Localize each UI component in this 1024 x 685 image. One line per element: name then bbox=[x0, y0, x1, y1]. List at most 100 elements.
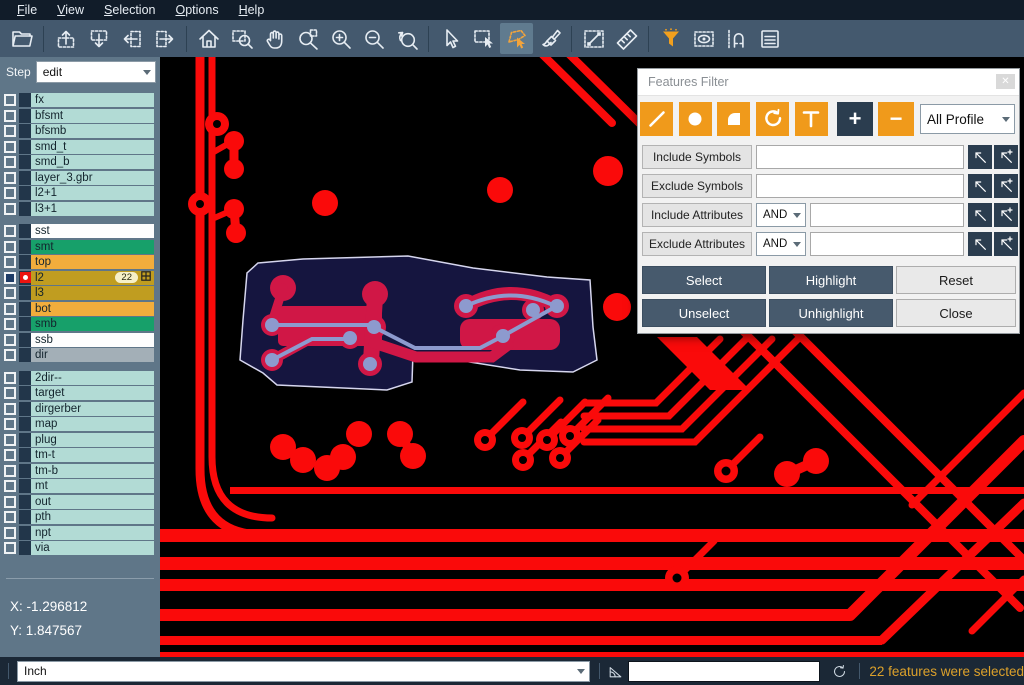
layer-row-dirgerber[interactable]: dirgerber bbox=[2, 402, 160, 416]
layer-name-cell[interactable]: top bbox=[31, 255, 154, 269]
clean-brush-icon[interactable] bbox=[533, 23, 566, 54]
include-attributes-input[interactable] bbox=[810, 203, 964, 227]
layer-name-cell[interactable]: plug bbox=[31, 433, 154, 447]
layer-row-l3[interactable]: l3 bbox=[2, 286, 160, 300]
layer-row-via[interactable]: via bbox=[2, 541, 160, 555]
view-options-icon[interactable] bbox=[687, 23, 720, 54]
include-symbols-button[interactable]: Include Symbols bbox=[642, 145, 752, 169]
profile-select[interactable]: All Profile bbox=[920, 104, 1015, 134]
layer-name-cell[interactable]: 2dir-- bbox=[31, 371, 154, 385]
layer-row-bfsmt[interactable]: bfsmt bbox=[2, 109, 160, 123]
pick-add-from-canvas-icon[interactable] bbox=[994, 174, 1018, 198]
select-arrow-icon[interactable] bbox=[434, 23, 467, 54]
layer-name-cell[interactable]: fx bbox=[31, 93, 154, 107]
snap-angle-icon[interactable] bbox=[602, 663, 628, 680]
layer-row-tm-b[interactable]: tm-b bbox=[2, 464, 160, 478]
layer-row-layer_3.gbr[interactable]: layer_3.gbr bbox=[2, 171, 160, 185]
pan-left-icon[interactable] bbox=[115, 23, 148, 54]
unhighlight-button[interactable]: Unhighlight bbox=[769, 299, 893, 327]
exclude-attributes-input[interactable] bbox=[810, 232, 964, 256]
layer-name-cell[interactable]: layer_3.gbr bbox=[31, 171, 154, 185]
step-select[interactable]: edit bbox=[36, 61, 156, 83]
layer-visibility-checkbox[interactable] bbox=[4, 418, 16, 430]
layer-row-2dir--[interactable]: 2dir-- bbox=[2, 371, 160, 385]
layer-name-cell[interactable]: sst bbox=[31, 224, 154, 238]
layer-visibility-checkbox[interactable] bbox=[4, 542, 16, 554]
layer-visibility-checkbox[interactable] bbox=[4, 94, 16, 106]
zoom-in-icon[interactable] bbox=[324, 23, 357, 54]
pan-hand-icon[interactable] bbox=[258, 23, 291, 54]
close-button[interactable]: Close bbox=[896, 299, 1016, 327]
exclude-symbols-button[interactable]: Exclude Symbols bbox=[642, 174, 752, 198]
exclude-attributes-operator-select[interactable]: AND bbox=[756, 232, 806, 256]
layer-row-ssb[interactable]: ssb bbox=[2, 333, 160, 347]
close-icon[interactable]: ✕ bbox=[996, 74, 1015, 89]
layer-row-bfsmb[interactable]: bfsmb bbox=[2, 124, 160, 138]
layer-row-smd_b[interactable]: smd_b bbox=[2, 155, 160, 169]
layer-visibility-checkbox[interactable] bbox=[4, 465, 16, 477]
select-button[interactable]: Select bbox=[642, 266, 766, 294]
highlight-button[interactable]: Highlight bbox=[769, 266, 893, 294]
layer-row-smb[interactable]: smb bbox=[2, 317, 160, 331]
layer-name-cell[interactable]: tm-b bbox=[31, 464, 154, 478]
layer-visibility-checkbox[interactable] bbox=[4, 449, 16, 461]
layer-visibility-checkbox[interactable] bbox=[4, 434, 16, 446]
exclude-attributes-button[interactable]: Exclude Attributes bbox=[642, 232, 752, 256]
layer-row-mt[interactable]: mt bbox=[2, 479, 160, 493]
add-filter-button[interactable]: + bbox=[837, 102, 873, 136]
layer-visibility-checkbox[interactable] bbox=[4, 334, 16, 346]
menu-selection[interactable]: Selection bbox=[95, 1, 164, 19]
pick-from-canvas-icon[interactable] bbox=[968, 145, 992, 169]
include-symbols-input[interactable] bbox=[756, 145, 964, 169]
refresh-icon[interactable] bbox=[826, 663, 852, 680]
layer-visibility-checkbox[interactable] bbox=[4, 349, 16, 361]
layer-row-l2[interactable]: l222 bbox=[2, 271, 160, 285]
layer-name-cell[interactable]: smd_b bbox=[31, 155, 154, 169]
layer-row-sst[interactable]: sst bbox=[2, 224, 160, 238]
ruler-icon[interactable] bbox=[610, 23, 643, 54]
layer-name-cell[interactable]: ssb bbox=[31, 333, 154, 347]
layer-visibility-checkbox[interactable] bbox=[4, 156, 16, 168]
feature-type-arc-icon[interactable] bbox=[756, 102, 789, 136]
layer-visibility-checkbox[interactable] bbox=[4, 225, 16, 237]
layer-name-cell[interactable]: npt bbox=[31, 526, 154, 540]
layer-name-cell[interactable]: dirgerber bbox=[31, 402, 154, 416]
layer-visibility-checkbox[interactable] bbox=[4, 125, 16, 137]
feature-type-surface-icon[interactable] bbox=[717, 102, 750, 136]
layer-row-smd_t[interactable]: smd_t bbox=[2, 140, 160, 154]
layer-name-cell[interactable]: map bbox=[31, 417, 154, 431]
pick-add-from-canvas-icon[interactable] bbox=[994, 203, 1018, 227]
zoom-previous-icon[interactable] bbox=[390, 23, 423, 54]
layer-name-cell[interactable]: tm-t bbox=[31, 448, 154, 462]
layer-name-cell[interactable]: l222 bbox=[31, 271, 154, 285]
layer-row-fx[interactable]: fx bbox=[2, 93, 160, 107]
layer-visibility-checkbox[interactable] bbox=[4, 372, 16, 384]
layer-visibility-checkbox[interactable] bbox=[4, 203, 16, 215]
menu-help[interactable]: Help bbox=[230, 1, 274, 19]
home-icon[interactable] bbox=[192, 23, 225, 54]
pan-up-icon[interactable] bbox=[49, 23, 82, 54]
layer-name-cell[interactable]: mt bbox=[31, 479, 154, 493]
layer-name-cell[interactable]: smt bbox=[31, 240, 154, 254]
layer-visibility-checkbox[interactable] bbox=[4, 287, 16, 299]
menu-view[interactable]: View bbox=[48, 1, 93, 19]
feature-type-text-icon[interactable] bbox=[795, 102, 828, 136]
layer-name-cell[interactable]: bot bbox=[31, 302, 154, 316]
remove-filter-button[interactable]: − bbox=[878, 102, 914, 136]
open-folder-icon[interactable] bbox=[5, 23, 38, 54]
layer-name-cell[interactable]: bfsmb bbox=[31, 124, 154, 138]
layer-visibility-checkbox[interactable] bbox=[4, 241, 16, 253]
layer-row-npt[interactable]: npt bbox=[2, 526, 160, 540]
layer-name-cell[interactable]: l3 bbox=[31, 286, 154, 300]
layer-row-target[interactable]: target bbox=[2, 386, 160, 400]
layer-name-cell[interactable]: via bbox=[31, 541, 154, 555]
zoom-window-icon[interactable] bbox=[225, 23, 258, 54]
reset-button[interactable]: Reset bbox=[896, 266, 1016, 294]
select-rectangle-icon[interactable] bbox=[467, 23, 500, 54]
layer-row-l2+1[interactable]: l2+1 bbox=[2, 186, 160, 200]
layer-name-cell[interactable]: bfsmt bbox=[31, 109, 154, 123]
layer-visibility-checkbox[interactable] bbox=[4, 403, 16, 415]
dialog-title-bar[interactable]: Features Filter ✕ bbox=[638, 69, 1019, 96]
feature-type-pad-icon[interactable] bbox=[679, 102, 712, 136]
pick-from-canvas-icon[interactable] bbox=[968, 174, 992, 198]
